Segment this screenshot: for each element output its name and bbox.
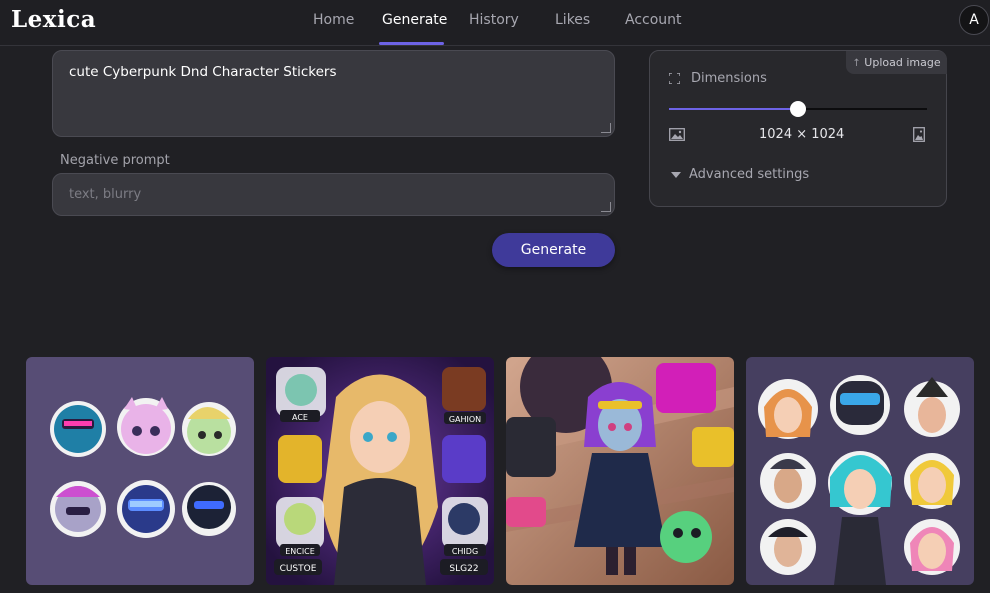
sticker-6 (182, 482, 236, 536)
active-tab-indicator (379, 42, 444, 45)
caret-down-icon[interactable] (671, 172, 681, 178)
prompt-text: cute Cyberpunk Dnd Character Stickers (69, 64, 337, 80)
nav-home[interactable]: Home (313, 12, 354, 28)
negative-prompt-placeholder: text, blurry (69, 187, 142, 202)
sticker-5 (117, 480, 175, 538)
prompt-textarea[interactable]: cute Cyberpunk Dnd Character Stickers (52, 50, 615, 137)
nav-history[interactable]: History (469, 12, 519, 28)
negative-prompt-input[interactable]: text, blurry (52, 173, 615, 216)
nav-generate[interactable]: Generate (382, 12, 447, 28)
advanced-settings-toggle[interactable]: Advanced settings (689, 167, 809, 182)
dimensions-value: 1024 × 1024 (759, 127, 845, 142)
lexica-logo[interactable]: Lexica (11, 6, 96, 33)
resize-handle-icon[interactable] (601, 123, 611, 133)
face-2 (830, 375, 890, 435)
nav-likes[interactable]: Likes (555, 12, 590, 28)
character-faces-image (746, 357, 974, 585)
resize-handle-icon[interactable] (601, 202, 611, 212)
sticker-label-4: CHIDG (452, 547, 478, 556)
sticker-4 (50, 481, 106, 537)
sticker-3 (182, 402, 236, 456)
nav-account[interactable]: Account (625, 12, 682, 28)
face-7 (760, 519, 816, 575)
expand-icon (669, 73, 680, 84)
result-image-3[interactable] (506, 357, 734, 585)
upload-icon: ↑ (852, 58, 861, 69)
dimensions-slider-thumb[interactable] (790, 101, 806, 117)
sticker-label-2: GAHION (449, 415, 481, 424)
upload-image-label: Upload image (864, 56, 941, 69)
sticker-label-6: SLG22 (449, 564, 478, 574)
face-1 (758, 379, 818, 439)
dimensions-label: Dimensions (691, 71, 767, 86)
sticker-label-3: ENCICE (285, 547, 315, 556)
generate-button[interactable]: Generate (492, 233, 615, 267)
character-sticker-image (506, 357, 734, 585)
negative-prompt-label: Negative prompt (60, 153, 170, 168)
sticker-grid-image (26, 357, 254, 585)
sticker-label-5: CUSTOE (280, 564, 317, 574)
landscape-image-icon[interactable] (669, 128, 685, 141)
result-image-1[interactable] (26, 357, 254, 585)
portrait-image-icon[interactable] (913, 127, 925, 142)
sticker-label-1: ACE (292, 413, 308, 422)
face-8 (904, 519, 960, 575)
result-image-2[interactable]: ACE GAHION ENCICE CHIDG CUSTOE SLG22 (266, 357, 494, 585)
result-image-4[interactable] (746, 357, 974, 585)
sticker-1 (50, 401, 106, 457)
dimensions-slider-fill (669, 108, 798, 110)
face-4 (760, 453, 816, 509)
character-sheet-image: ACE GAHION ENCICE CHIDG CUSTOE SLG22 (266, 357, 494, 585)
top-navigation-bar: Lexica Home Generate History Likes Accou… (0, 0, 990, 46)
upload-image-button[interactable]: ↑ Upload image (846, 51, 947, 74)
user-avatar[interactable]: A (959, 5, 989, 35)
face-6 (904, 453, 960, 509)
